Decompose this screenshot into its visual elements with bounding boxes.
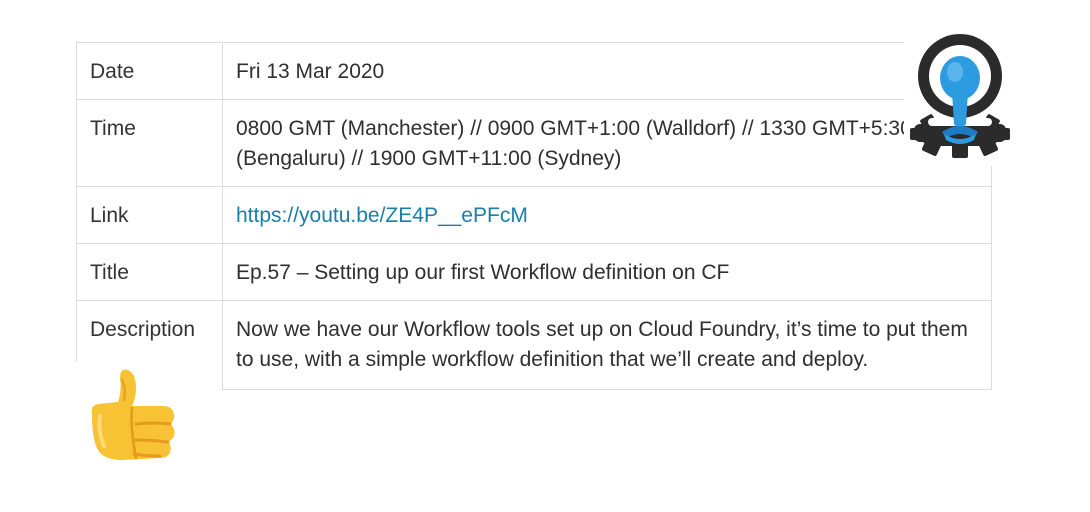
thumbs-up-icon [82, 366, 182, 466]
title-value: Ep.57 – Setting up our first Workflow de… [222, 243, 992, 301]
description-value: Now we have our Workflow tools set up on… [222, 300, 992, 390]
cloud-foundry-logo-icon [904, 20, 1016, 166]
date-value: Fri 13 Mar 2020 [222, 42, 992, 100]
link-value-cell: https://youtu.be/ZE4P__ePFcM [222, 186, 992, 244]
title-label: Title [76, 243, 223, 301]
table-row-time: Time 0800 GMT (Manchester) // 0900 GMT+1… [76, 99, 992, 187]
date-label: Date [76, 42, 223, 100]
video-link[interactable]: https://youtu.be/ZE4P__ePFcM [236, 204, 528, 227]
episode-info-table: Date Fri 13 Mar 2020 Time 0800 GMT (Manc… [76, 42, 992, 390]
time-value: 0800 GMT (Manchester) // 0900 GMT+1:00 (… [222, 99, 992, 187]
time-label: Time [76, 99, 223, 187]
table-row-date: Date Fri 13 Mar 2020 [76, 42, 992, 100]
link-label: Link [76, 186, 223, 244]
table-row-link: Link https://youtu.be/ZE4P__ePFcM [76, 186, 992, 244]
table-row-title: Title Ep.57 – Setting up our first Workf… [76, 243, 992, 301]
